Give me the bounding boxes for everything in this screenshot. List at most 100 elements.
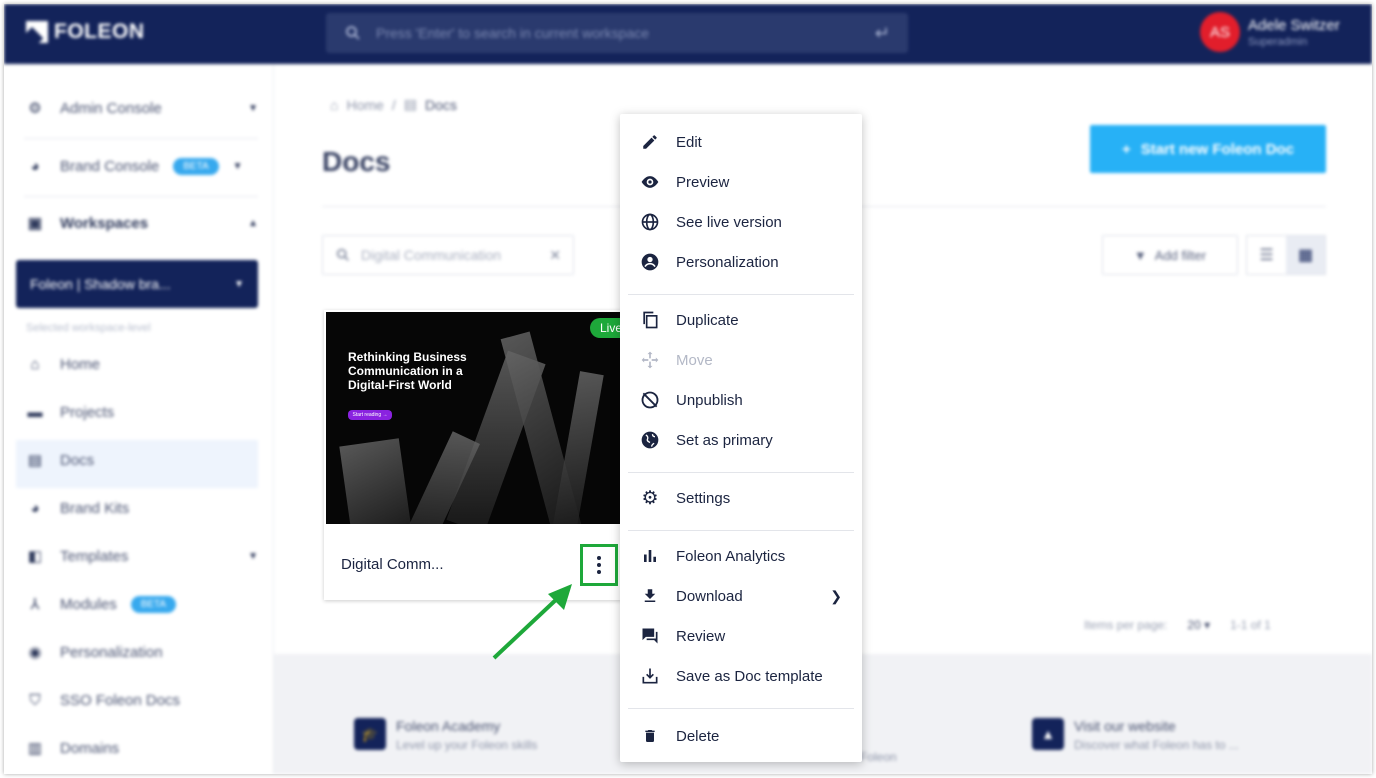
- gear-icon: ⚙: [641, 487, 659, 509]
- dot: [597, 570, 601, 574]
- page-title: Docs: [322, 146, 391, 177]
- pagination: Items per page: 20 ▾ 1-1 of 1: [1084, 618, 1271, 632]
- thumbnail-shard: [339, 438, 413, 524]
- domain-icon: ▥: [27, 740, 43, 757]
- sidebar-admin-console[interactable]: ⚙ Admin Console ▼: [24, 88, 258, 128]
- sidebar-item-brand-kits[interactable]: ◕ Brand Kits: [24, 488, 258, 528]
- sidebar-item-domains[interactable]: ▥ Domains: [24, 728, 258, 768]
- sidebar-item-templates[interactable]: ◧ Templates ▼: [24, 536, 258, 576]
- more-options-button[interactable]: [580, 544, 618, 586]
- chevron-down-icon: ▼: [232, 160, 243, 172]
- menu-item-set-primary[interactable]: Set as primary: [620, 420, 862, 460]
- chevron-down-icon: ▼: [248, 550, 258, 562]
- footer-academy-title: Foleon Academy: [396, 718, 501, 734]
- sidebar-brand-console[interactable]: ◕ Brand Console BETA ▼: [24, 146, 258, 186]
- menu-separator: [628, 472, 854, 473]
- items-per-page-select[interactable]: 20 ▾: [1187, 618, 1210, 632]
- avatar: AS: [1200, 12, 1240, 52]
- menu-item-edit[interactable]: Edit: [620, 122, 862, 162]
- beta-badge: BETA: [130, 595, 177, 613]
- sidebar-item-label: Templates: [60, 547, 129, 565]
- menu-item-label: Download: [676, 587, 743, 605]
- menu-item-label: Preview: [676, 173, 730, 191]
- save-template-icon: [640, 666, 660, 686]
- menu-item-review[interactable]: Review: [620, 616, 862, 656]
- breadcrumb-home[interactable]: Home: [346, 97, 383, 113]
- sidebar-item-label: Admin Console: [60, 99, 162, 117]
- menu-item-delete[interactable]: Delete: [620, 716, 862, 756]
- menu-item-label: Set as primary: [676, 431, 773, 449]
- footer-website-sub: Discover what Foleon has to ...: [1074, 738, 1239, 752]
- foleon-mark-icon: ▲: [1032, 718, 1064, 750]
- add-filter-button[interactable]: ▼ Add filter: [1102, 235, 1238, 275]
- menu-item-see-live[interactable]: See live version: [620, 202, 862, 242]
- workspace-icon: ▣: [27, 215, 43, 232]
- doc-name[interactable]: Digital Comm...: [341, 556, 444, 573]
- menu-item-label: Edit: [676, 133, 702, 151]
- menu-item-preview[interactable]: Preview: [620, 162, 862, 202]
- menu-item-settings[interactable]: ⚙ Settings: [620, 478, 862, 518]
- add-filter-label: Add filter: [1154, 247, 1207, 263]
- menu-item-duplicate[interactable]: Duplicate: [620, 300, 862, 340]
- sidebar-item-docs[interactable]: ▤ Docs: [24, 440, 258, 480]
- breadcrumb: ⌂ Home / ▤ Docs: [330, 96, 457, 113]
- footer-middle[interactable]: Foleon: [860, 746, 897, 764]
- user-role: Superadmin: [1248, 36, 1308, 48]
- app-window: FOLEON Press 'Enter' to search in curren…: [4, 4, 1372, 774]
- doc-context-menu: Edit Preview See live version Personaliz…: [620, 114, 862, 762]
- start-new-doc-button[interactable]: + Start new Foleon Doc: [1090, 125, 1326, 173]
- menu-item-analytics[interactable]: Foleon Analytics: [620, 536, 862, 576]
- foleon-logo[interactable]: FOLEON: [26, 20, 145, 44]
- sidebar-workspaces[interactable]: ▣ Workspaces ▲: [24, 203, 258, 243]
- menu-separator: [628, 294, 854, 295]
- sidebar-item-label: Docs: [60, 451, 95, 469]
- palette-icon: ◕: [30, 499, 40, 517]
- list-view-icon[interactable]: ☰: [1247, 236, 1286, 274]
- footer-academy[interactable]: 🎓 Foleon Academy Level up your Foleon sk…: [354, 718, 537, 752]
- palette-icon: ◕: [30, 157, 40, 175]
- modules-icon: ⅄: [30, 596, 40, 613]
- menu-item-save-template[interactable]: Save as Doc template: [620, 656, 862, 696]
- chevron-up-icon: ▲: [248, 217, 258, 229]
- logo-mark-icon: [26, 21, 48, 43]
- sidebar-item-label: Projects: [60, 403, 115, 421]
- workspace-note: Selected workspace-level: [26, 322, 151, 334]
- account-circle-icon: [640, 252, 660, 272]
- footer-website[interactable]: ▲ Visit our website Discover what Foleon…: [1032, 718, 1239, 752]
- filter-icon: ▼: [1133, 247, 1147, 263]
- bar-chart-icon: [640, 546, 660, 566]
- menu-item-download[interactable]: Download ❯: [620, 576, 862, 616]
- sidebar-item-label: Domains: [60, 739, 120, 757]
- shield-icon: ⛉: [29, 691, 41, 709]
- sidebar-item-projects[interactable]: ▬ Projects: [24, 392, 258, 432]
- graduation-cap-icon: 🎓: [354, 718, 386, 750]
- menu-item-label: See live version: [676, 213, 782, 231]
- sidebar-item-home[interactable]: ⌂ Home: [24, 344, 258, 384]
- sidebar-item-label: Brand Kits: [60, 499, 130, 517]
- menu-item-personalization[interactable]: Personalization: [620, 242, 862, 282]
- divider: [24, 138, 258, 139]
- doc-thumbnail[interactable]: Rethinking Business Communication in a D…: [326, 312, 622, 524]
- grid-view-icon[interactable]: ▦: [1286, 236, 1325, 274]
- home-icon: ⌂: [30, 355, 40, 373]
- sidebar-item-personalization[interactable]: ◉ Personalization: [24, 632, 258, 672]
- sidebar-item-label: Workspaces: [60, 214, 149, 232]
- sidebar-item-sso-docs[interactable]: ⛉ SSO Foleon Docs: [24, 680, 258, 720]
- sidebar-item-modules[interactable]: ⅄ Modules BETA: [24, 584, 258, 624]
- doc-search-input[interactable]: Digital Communication ✕: [322, 235, 574, 275]
- doc-icon: ▤: [27, 452, 43, 469]
- plus-icon: +: [1121, 140, 1131, 158]
- workspace-select[interactable]: Foleon | Shadow bra... ▼: [16, 260, 258, 308]
- person-icon: ◉: [28, 644, 42, 661]
- eye-icon: [640, 172, 660, 192]
- user-menu[interactable]: AS Adele Switzer Superadmin: [1200, 12, 1340, 52]
- divider: [24, 196, 258, 197]
- menu-item-unpublish[interactable]: Unpublish: [620, 380, 862, 420]
- clear-icon[interactable]: ✕: [549, 247, 561, 264]
- doc-card[interactable]: Rethinking Business Communication in a D…: [324, 310, 633, 600]
- items-per-page-value: 20: [1187, 618, 1201, 632]
- start-new-doc-label: Start new Foleon Doc: [1140, 140, 1295, 158]
- footer-middle-sub: Foleon: [860, 750, 897, 764]
- workspace-search-input[interactable]: Press 'Enter' to search in current works…: [326, 13, 908, 53]
- doc-icon: ▤: [403, 96, 417, 112]
